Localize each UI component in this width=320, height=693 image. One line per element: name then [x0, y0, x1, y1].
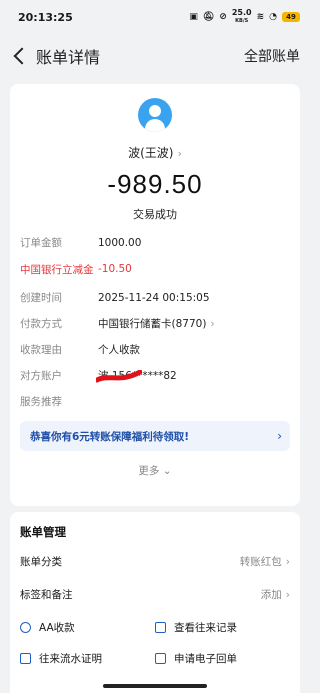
- detail-rows: 订单金额 1000.00 中国银行立减金 -10.50 创建时间 2025-11…: [20, 236, 290, 409]
- promo-banner[interactable]: 恭喜你有6元转账保障福利待领取! ›: [20, 421, 290, 451]
- chevron-right-icon: ›: [210, 318, 215, 330]
- back-arrow-icon[interactable]: [10, 46, 30, 66]
- order-amount-row: 订单金额 1000.00: [20, 237, 142, 249]
- screen-record-icon: ▣: [189, 12, 198, 22]
- aa-collect-button[interactable]: AA收款: [20, 620, 155, 635]
- manage-actions: AA收款 查看往来记录 往来流水证明 申请电子回单: [20, 620, 290, 666]
- flow-proof-button[interactable]: 往来流水证明: [20, 651, 155, 666]
- chevron-right-icon: ›: [277, 429, 282, 443]
- view-records-button[interactable]: 查看往来记录: [155, 620, 290, 635]
- chevron-right-icon: ›: [285, 589, 290, 601]
- bill-manage-card: 账单管理 账单分类 转账红包 › 标签和备注 添加 › AA收款 查看往来记录 往来…: [10, 512, 300, 693]
- no-sim-icon: ⊘: [219, 12, 227, 22]
- bill-detail-card: 波(王波) › -989.50 交易成功 订单金额 1000.00 中国银行立减金…: [10, 84, 300, 506]
- home-indicator[interactable]: [103, 684, 207, 688]
- status-time: 20:13:25: [18, 10, 73, 24]
- payee-name[interactable]: 波(王波) ›: [20, 144, 290, 161]
- all-bills-button[interactable]: 全部账单: [244, 46, 300, 66]
- page-title: 账单详情: [36, 48, 101, 67]
- status-icons: ▣ 🔕︎ ⊘ 25.0 KB/S ≋ ◔ 49: [189, 9, 300, 25]
- net-speed: 25.0 KB/S: [231, 8, 252, 25]
- records-icon: [155, 622, 166, 633]
- more-button[interactable]: 更多 ⌄: [20, 463, 290, 478]
- chevron-right-icon: ›: [177, 147, 182, 160]
- document-icon: [20, 653, 31, 664]
- pay-method-row[interactable]: 付款方式 中国银行储蓄卡(8770) ›: [20, 317, 290, 331]
- manage-title: 账单管理: [20, 525, 66, 539]
- signal-icon: ◔: [269, 12, 277, 22]
- mail-icon: [155, 653, 166, 664]
- nav-bar: 账单详情 全部账单: [0, 34, 310, 78]
- redaction-scribble: [96, 370, 142, 383]
- counterparty-row: 对方账户 波 156******82: [20, 370, 177, 383]
- user-avatar-icon[interactable]: [138, 98, 172, 132]
- chevron-down-icon: ⌄: [162, 465, 172, 477]
- e-receipt-button[interactable]: 申请电子回单: [155, 651, 290, 666]
- trade-status: 交易成功: [133, 208, 177, 221]
- tags-row[interactable]: 标签和备注 添加 ›: [20, 587, 290, 602]
- aa-icon: [20, 622, 31, 633]
- transaction-amount: -989.50: [107, 169, 203, 199]
- discount-row: 中国银行立减金 -10.50: [20, 263, 132, 276]
- mute-icon: 🔕︎: [202, 12, 215, 22]
- category-row[interactable]: 账单分类 转账红包 ›: [20, 554, 290, 569]
- status-bar: 20:13:25 ▣ 🔕︎ ⊘ 25.0 KB/S ≋ ◔ 49: [0, 0, 310, 34]
- battery-icon: 49: [282, 12, 300, 22]
- reason-row: 收款理由 个人收款: [20, 344, 140, 356]
- chevron-right-icon: ›: [285, 556, 290, 568]
- wifi-icon: ≋: [256, 12, 265, 22]
- created-time-row: 创建时间 2025-11-24 00:15:05: [20, 292, 210, 304]
- service-row: 服务推荐: [20, 396, 62, 408]
